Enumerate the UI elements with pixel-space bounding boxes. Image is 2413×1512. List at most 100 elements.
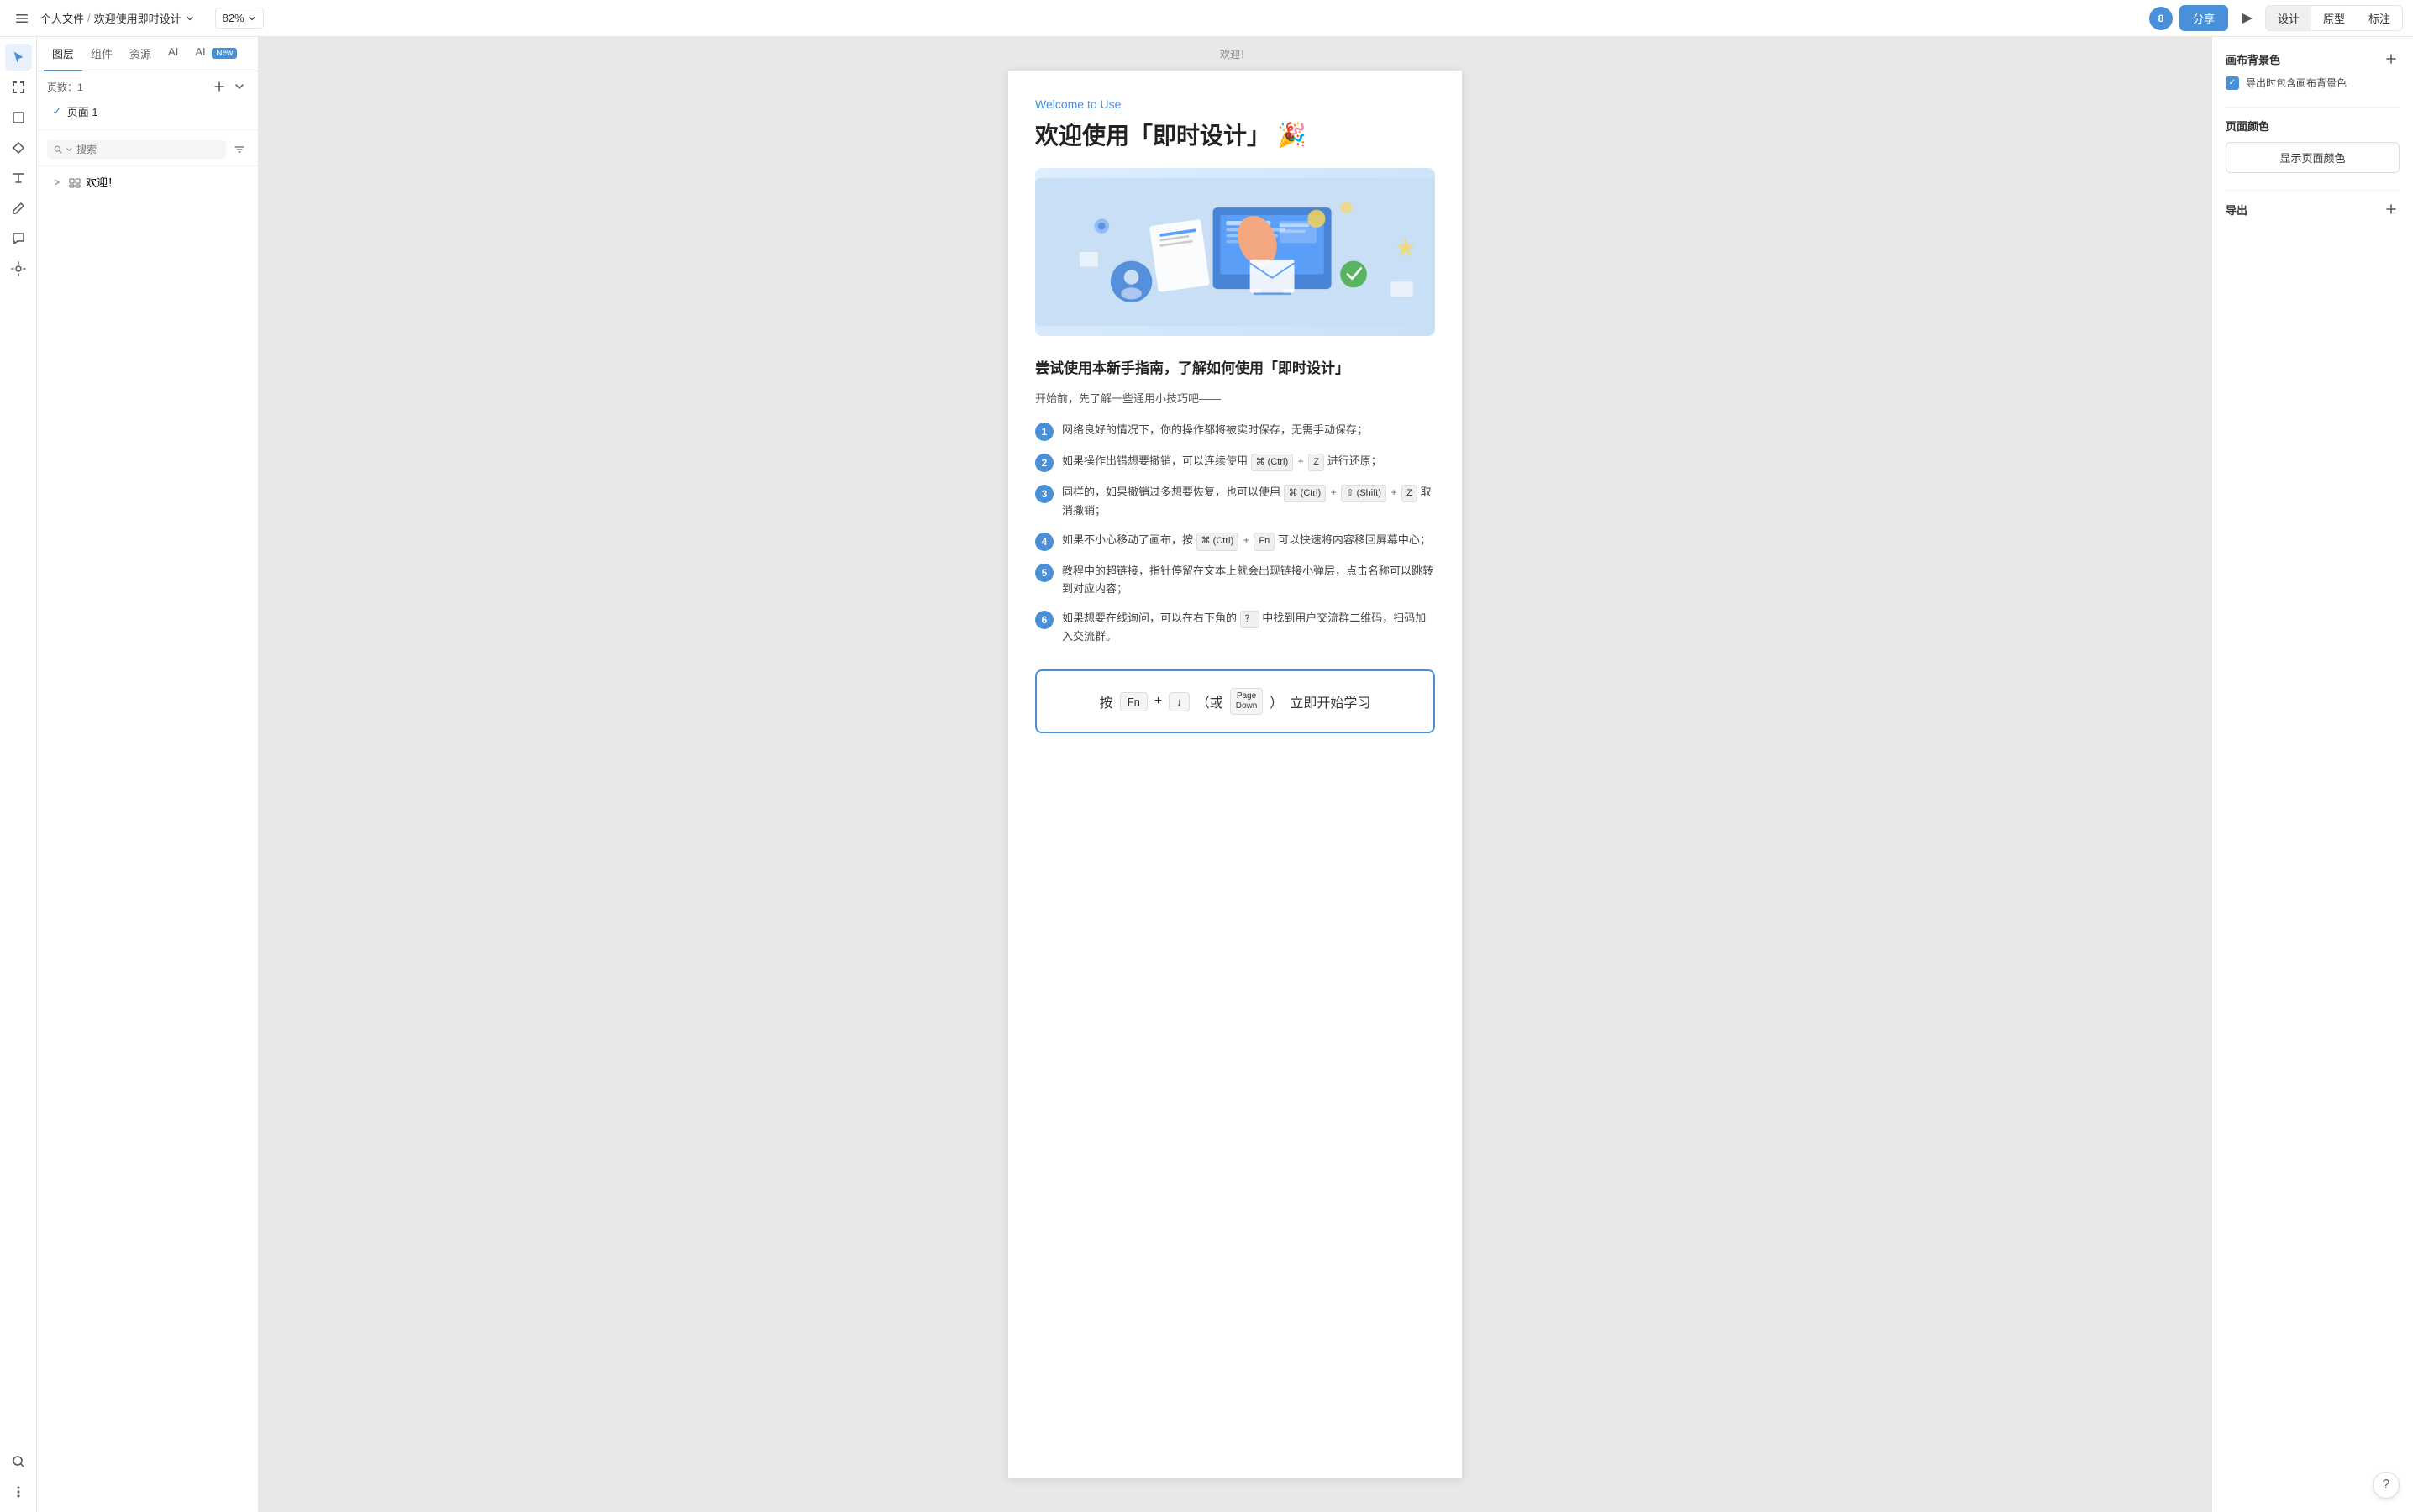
tip-item-1: 1 网络良好的情况下，你的操作都将被实时保存，无需手动保存；	[1035, 422, 1435, 441]
kbd-shift: ⇧ (Shift)	[1341, 485, 1386, 503]
canvas-area[interactable]: 欢迎！ Welcome to Use 欢迎使用「即时设计」 🎉	[259, 37, 2211, 1512]
help-button[interactable]: ?	[2373, 1472, 2400, 1499]
export-bg-label: 导出时包含画布背景色	[2246, 76, 2347, 90]
add-export-button[interactable]	[2383, 201, 2400, 218]
tab-layers[interactable]: 图层	[44, 37, 82, 71]
layers-section: 欢迎！	[37, 130, 258, 1512]
layer-item[interactable]: 欢迎！	[40, 170, 255, 194]
breadcrumb-current[interactable]: 欢迎使用即时设计	[94, 10, 195, 26]
kbd-ctrl-2: ⌘ (Ctrl)	[1284, 485, 1327, 503]
start-prefix: 按	[1100, 691, 1113, 711]
kbd-fn-start: Fn	[1120, 692, 1148, 711]
share-button[interactable]: 分享	[2179, 5, 2228, 31]
pages-header: 页数：1	[47, 78, 248, 95]
layer-search	[37, 137, 258, 166]
tip-text-6: 如果想要在线询问，可以在右下角的 ？ 中找到用户交流群二维码，扫码加入交流群。	[1062, 610, 1435, 646]
plugin-tool[interactable]	[5, 255, 32, 282]
layer-label: 欢迎！	[86, 174, 118, 190]
start-suffix: 立即开始学习	[1290, 691, 1370, 711]
export-bg-checkbox[interactable]: ✓	[2226, 76, 2239, 90]
breadcrumb-current-label: 欢迎使用即时设计	[94, 10, 181, 26]
kbd-question: ？	[1240, 611, 1259, 629]
page-down-line1: Page	[1237, 691, 1256, 701]
comment-tool[interactable]	[5, 225, 32, 252]
main-layout: 图层组件资源AIAI New 页数：1	[0, 37, 2413, 1512]
tab-design[interactable]: 设计	[2266, 6, 2311, 30]
expand-icon[interactable]	[50, 176, 64, 189]
welcome-title: 欢迎使用「即时设计」 🎉	[1035, 118, 1435, 151]
add-page-button[interactable]	[211, 78, 228, 95]
kbd-page-down: Page Down	[1230, 688, 1264, 715]
tip-item-6: 6 如果想要在线询问，可以在右下角的 ？ 中找到用户交流群二维码，扫码加入交流群…	[1035, 610, 1435, 646]
topbar-right: 8 分享 设计 原型 标注	[2149, 5, 2403, 31]
pages-count: 页数：1	[47, 80, 83, 94]
menu-button[interactable]	[10, 7, 34, 30]
export-section: 导出	[2226, 201, 2400, 218]
pen-tool[interactable]	[5, 134, 32, 161]
kbd-ctrl-3: ⌘ (Ctrl)	[1196, 533, 1239, 551]
pencil-tool[interactable]	[5, 195, 32, 222]
left-toolbar	[0, 37, 37, 1512]
left-panel: 图层组件资源AIAI New 页数：1	[37, 37, 259, 1512]
breadcrumb-home[interactable]: 个人文件	[40, 10, 84, 26]
avatar: 8	[2149, 7, 2173, 30]
panel-tabs: 图层组件资源AIAI New	[37, 37, 258, 71]
play-button[interactable]	[2235, 7, 2258, 30]
canvas-bg-title: 画布背景色	[2226, 51, 2280, 67]
search-input[interactable]	[76, 144, 219, 155]
kbd-z: Z	[1308, 454, 1324, 472]
collapse-pages-button[interactable]	[231, 78, 248, 95]
shape-tool[interactable]	[5, 104, 32, 131]
tab-prototype[interactable]: 原型	[2311, 6, 2357, 30]
chevron-down-icon	[248, 14, 256, 23]
chevron-down-icon	[66, 145, 73, 154]
intro-text: 开始前，先了解一些通用小技巧吧——	[1035, 391, 1435, 408]
frame-tool[interactable]	[5, 74, 32, 101]
tip-num-4: 4	[1035, 533, 1054, 551]
page-item[interactable]: ✓ 页面 1	[47, 100, 248, 123]
tip-num-3: 3	[1035, 485, 1054, 503]
kbd-z-2: Z	[1401, 485, 1417, 503]
welcome-subtitle: Welcome to Use	[1035, 97, 1435, 111]
tip-num-6: 6	[1035, 611, 1054, 629]
tab-components[interactable]: 组件	[82, 37, 121, 71]
hero-image	[1035, 168, 1435, 336]
avatar-group: 8	[2149, 7, 2173, 30]
tab-new[interactable]: AI New	[187, 37, 245, 71]
tip-text-2: 如果操作出错想要撤销，可以连续使用 ⌘ (Ctrl) + Z 进行还原；	[1062, 453, 1435, 472]
zoom-control[interactable]: 82%	[215, 8, 264, 29]
toolbar-bottom	[5, 1448, 32, 1505]
text-tool[interactable]	[5, 165, 32, 192]
export-header: 导出	[2226, 201, 2400, 218]
canvas-label: 欢迎！	[1220, 47, 1250, 61]
kbd-ctrl: ⌘ (Ctrl)	[1251, 454, 1294, 472]
divider-2	[2226, 190, 2400, 191]
tab-assets[interactable]: 资源	[121, 37, 160, 71]
tab-ai[interactable]: AI	[160, 37, 187, 71]
right-panel: 画布背景色 ✓ 导出时包含画布背景色 页面颜色 显示页面颜色	[2211, 37, 2413, 1512]
chevron-down-icon	[185, 13, 195, 24]
divider-1	[2226, 107, 2400, 108]
tip-item-3: 3 同样的，如果撤销过多想要恢复，也可以使用 ⌘ (Ctrl) + ⇧ (Shi…	[1035, 484, 1435, 520]
start-paren-open: （或	[1196, 691, 1223, 711]
start-text: 按 Fn + ↓ （或 Page Down ） 立即开始学习	[1100, 688, 1371, 715]
search-tool[interactable]	[5, 1448, 32, 1475]
kbd-arrow-down: ↓	[1169, 692, 1190, 711]
canvas-bg-header: 画布背景色	[2226, 50, 2400, 67]
zoom-value: 82%	[223, 12, 244, 24]
tip-item-4: 4 如果不小心移动了画布，按 ⌘ (Ctrl) + Fn 可以快速将内容移回屏幕…	[1035, 532, 1435, 551]
add-canvas-bg-button[interactable]	[2383, 50, 2400, 67]
select-tool[interactable]	[5, 44, 32, 71]
page-label: 页面 1	[67, 103, 98, 119]
show-color-button[interactable]: 显示页面颜色	[2226, 142, 2400, 173]
canvas-page: Welcome to Use 欢迎使用「即时设计」 🎉	[1008, 71, 1462, 1478]
tip-num-5: 5	[1035, 564, 1054, 582]
more-tool[interactable]	[5, 1478, 32, 1505]
start-plus: +	[1154, 694, 1162, 709]
tab-label[interactable]: 标注	[2357, 6, 2402, 30]
topbar: 个人文件 / 欢迎使用即时设计 82% 8 分享	[0, 0, 2413, 37]
start-box: 按 Fn + ↓ （或 Page Down ） 立即开始学习	[1035, 669, 1435, 733]
filter-button[interactable]	[231, 141, 248, 158]
canvas-bg-section: 画布背景色 ✓ 导出时包含画布背景色	[2226, 50, 2400, 90]
page-down-line2: Down	[1236, 701, 1258, 711]
